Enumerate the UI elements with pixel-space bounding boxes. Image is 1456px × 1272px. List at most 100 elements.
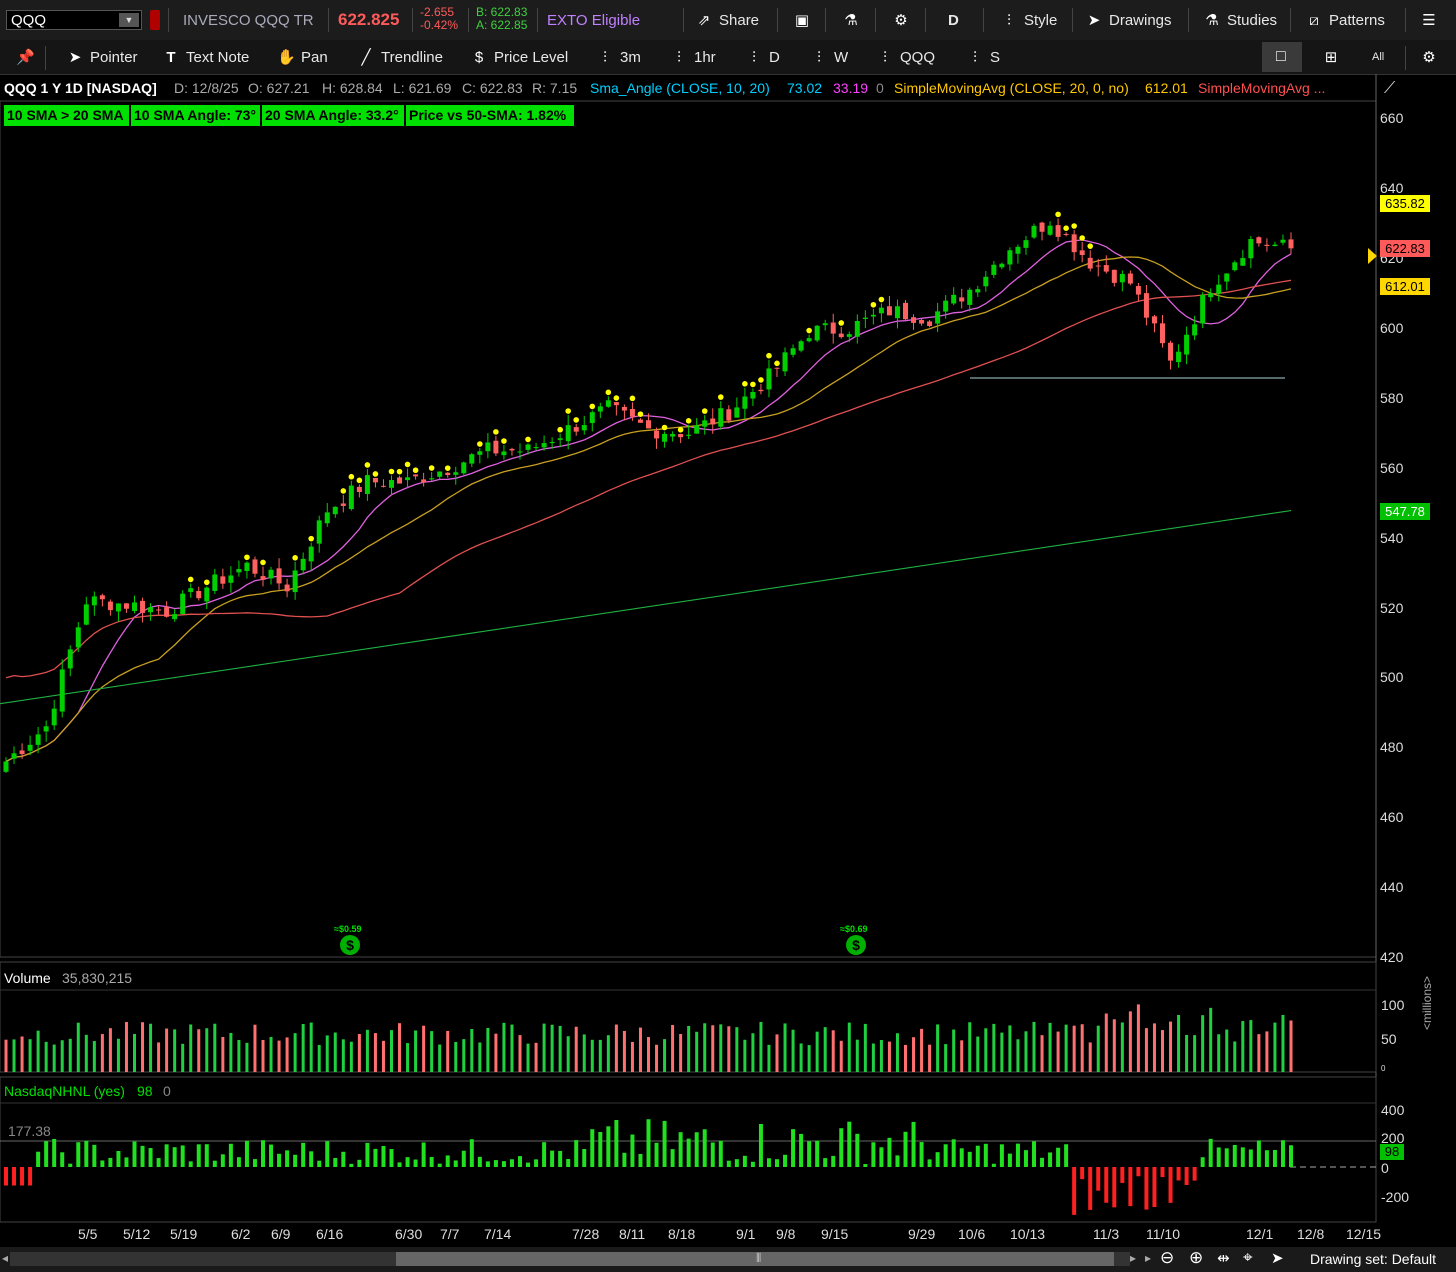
new-high-dot bbox=[717, 394, 724, 400]
candle-body bbox=[228, 575, 234, 583]
candle-body bbox=[453, 472, 459, 475]
nhnl-bar bbox=[983, 1143, 988, 1167]
candle-body bbox=[1208, 293, 1214, 298]
candle-body bbox=[332, 506, 338, 515]
new-high-dot bbox=[348, 473, 355, 480]
new-high-dot bbox=[565, 408, 571, 414]
crosshair-icon[interactable]: ⌖ bbox=[1243, 1248, 1253, 1268]
nhnl-bar bbox=[493, 1160, 498, 1167]
volume-bar bbox=[1233, 1041, 1237, 1072]
candle-body bbox=[421, 479, 427, 483]
candle-body bbox=[886, 306, 892, 316]
candle-body bbox=[172, 614, 178, 620]
candle-body bbox=[1079, 250, 1085, 256]
candle-body bbox=[364, 475, 370, 494]
trend-toggle-icon[interactable]: ⟋ bbox=[1384, 80, 1395, 98]
date-tick: 9/8 bbox=[776, 1226, 796, 1242]
fit-icon[interactable]: ⇹ bbox=[1217, 1249, 1230, 1267]
chart-canvas[interactable] bbox=[0, 0, 1456, 1247]
candle-body bbox=[356, 486, 362, 492]
candle-body bbox=[1216, 284, 1222, 294]
drawing-set-label[interactable]: Drawing set: Default bbox=[1310, 1251, 1436, 1267]
nhnl-bar bbox=[1256, 1140, 1261, 1167]
nhnl-bar bbox=[196, 1144, 201, 1167]
volume-bar bbox=[390, 1030, 393, 1072]
scrollbar-thumb[interactable] bbox=[396, 1252, 1114, 1266]
nhnl-bar bbox=[1248, 1149, 1253, 1167]
candle-body bbox=[613, 402, 619, 406]
nhnl-bar bbox=[1104, 1167, 1109, 1203]
volume-bar bbox=[157, 1042, 161, 1072]
volume-bar bbox=[430, 1031, 434, 1072]
scroll-right-icon[interactable]: ▸ bbox=[1130, 1251, 1136, 1265]
new-high-dot bbox=[1055, 211, 1061, 218]
candle-body bbox=[557, 438, 563, 440]
dividend-icon[interactable]: $ bbox=[340, 935, 360, 955]
ohlc-open: O: 627.21 bbox=[248, 80, 310, 96]
study-sma20[interactable]: SimpleMovingAvg (CLOSE, 20, 0, no) bbox=[894, 80, 1129, 96]
candle-body bbox=[1232, 262, 1238, 271]
new-high-dot bbox=[1071, 223, 1077, 229]
candle-body bbox=[637, 419, 643, 423]
candle-body bbox=[734, 407, 740, 418]
nhnl-bar bbox=[357, 1159, 362, 1167]
date-tick: 11/10 bbox=[1146, 1226, 1180, 1242]
nhnl-bar bbox=[1152, 1167, 1157, 1207]
nhnl-bar bbox=[156, 1158, 161, 1167]
badge-sma-cross: 10 SMA > 20 SMA bbox=[4, 105, 129, 126]
dividend-icon[interactable]: $ bbox=[846, 935, 866, 955]
volume-bar bbox=[879, 1039, 883, 1072]
zoom-out-icon[interactable]: ⊖ bbox=[1160, 1248, 1174, 1268]
candle-body bbox=[340, 503, 346, 506]
candle-body bbox=[1151, 316, 1157, 324]
dividend-label-1: ≈$0.59 bbox=[334, 924, 362, 934]
nhnl-bar bbox=[228, 1143, 233, 1167]
date-tick: 9/1 bbox=[736, 1226, 756, 1242]
volume-bar bbox=[349, 1041, 353, 1072]
nhnl-bar bbox=[1096, 1167, 1101, 1191]
price-tick: 480 bbox=[1380, 739, 1404, 756]
candle-body bbox=[1047, 225, 1053, 235]
scroll-end-icon[interactable]: ▸ bbox=[1145, 1251, 1151, 1265]
nhnl-bar bbox=[935, 1152, 940, 1167]
nhnl-bar bbox=[542, 1142, 547, 1167]
nhnl-bar bbox=[509, 1159, 514, 1167]
nhnl-bar bbox=[967, 1151, 972, 1167]
study-sma-more[interactable]: SimpleMovingAvg ... bbox=[1198, 80, 1325, 96]
study-sma20-value: 612.01 bbox=[1145, 80, 1188, 96]
volume-bar bbox=[1249, 1020, 1253, 1072]
candle-body bbox=[1240, 258, 1246, 266]
zoom-in-icon[interactable]: ⊕ bbox=[1189, 1248, 1203, 1268]
candle-body bbox=[43, 726, 49, 732]
date-tick: 9/29 bbox=[908, 1226, 936, 1242]
date-tick: 9/15 bbox=[821, 1226, 849, 1242]
nhnl-bar bbox=[116, 1151, 121, 1167]
nhnl-bar bbox=[614, 1119, 619, 1167]
new-high-dot bbox=[292, 554, 298, 561]
cursor-icon[interactable]: ➤ bbox=[1271, 1249, 1284, 1267]
nhnl-bar bbox=[92, 1144, 97, 1167]
volume-bar bbox=[510, 1024, 514, 1072]
new-high-dot bbox=[589, 403, 596, 410]
candle-body bbox=[943, 300, 949, 312]
volume-bar bbox=[855, 1039, 859, 1072]
volume-bar bbox=[831, 1030, 835, 1072]
nhnl-bar bbox=[52, 1138, 57, 1167]
nhnl-bar bbox=[1080, 1167, 1085, 1180]
scroll-left-icon[interactable]: ◂ bbox=[2, 1251, 8, 1265]
volume-bar bbox=[647, 1037, 650, 1072]
study-sma-angle[interactable]: Sma_Angle (CLOSE, 10, 20) bbox=[590, 80, 770, 96]
nhnl-bar bbox=[204, 1144, 209, 1167]
volume-bar bbox=[438, 1044, 442, 1072]
nhnl-bar bbox=[750, 1161, 755, 1167]
nhnl-bar bbox=[871, 1142, 876, 1167]
volume-bar bbox=[759, 1022, 763, 1072]
candle-body bbox=[750, 392, 756, 399]
nhnl-bar bbox=[1072, 1167, 1077, 1215]
nhnl-bar bbox=[839, 1128, 844, 1167]
nhnl-bar bbox=[1200, 1157, 1205, 1167]
new-high-dot bbox=[1079, 235, 1085, 241]
nhnl-bar bbox=[68, 1163, 73, 1167]
candle-body bbox=[710, 418, 716, 425]
volume-bar bbox=[181, 1043, 185, 1072]
